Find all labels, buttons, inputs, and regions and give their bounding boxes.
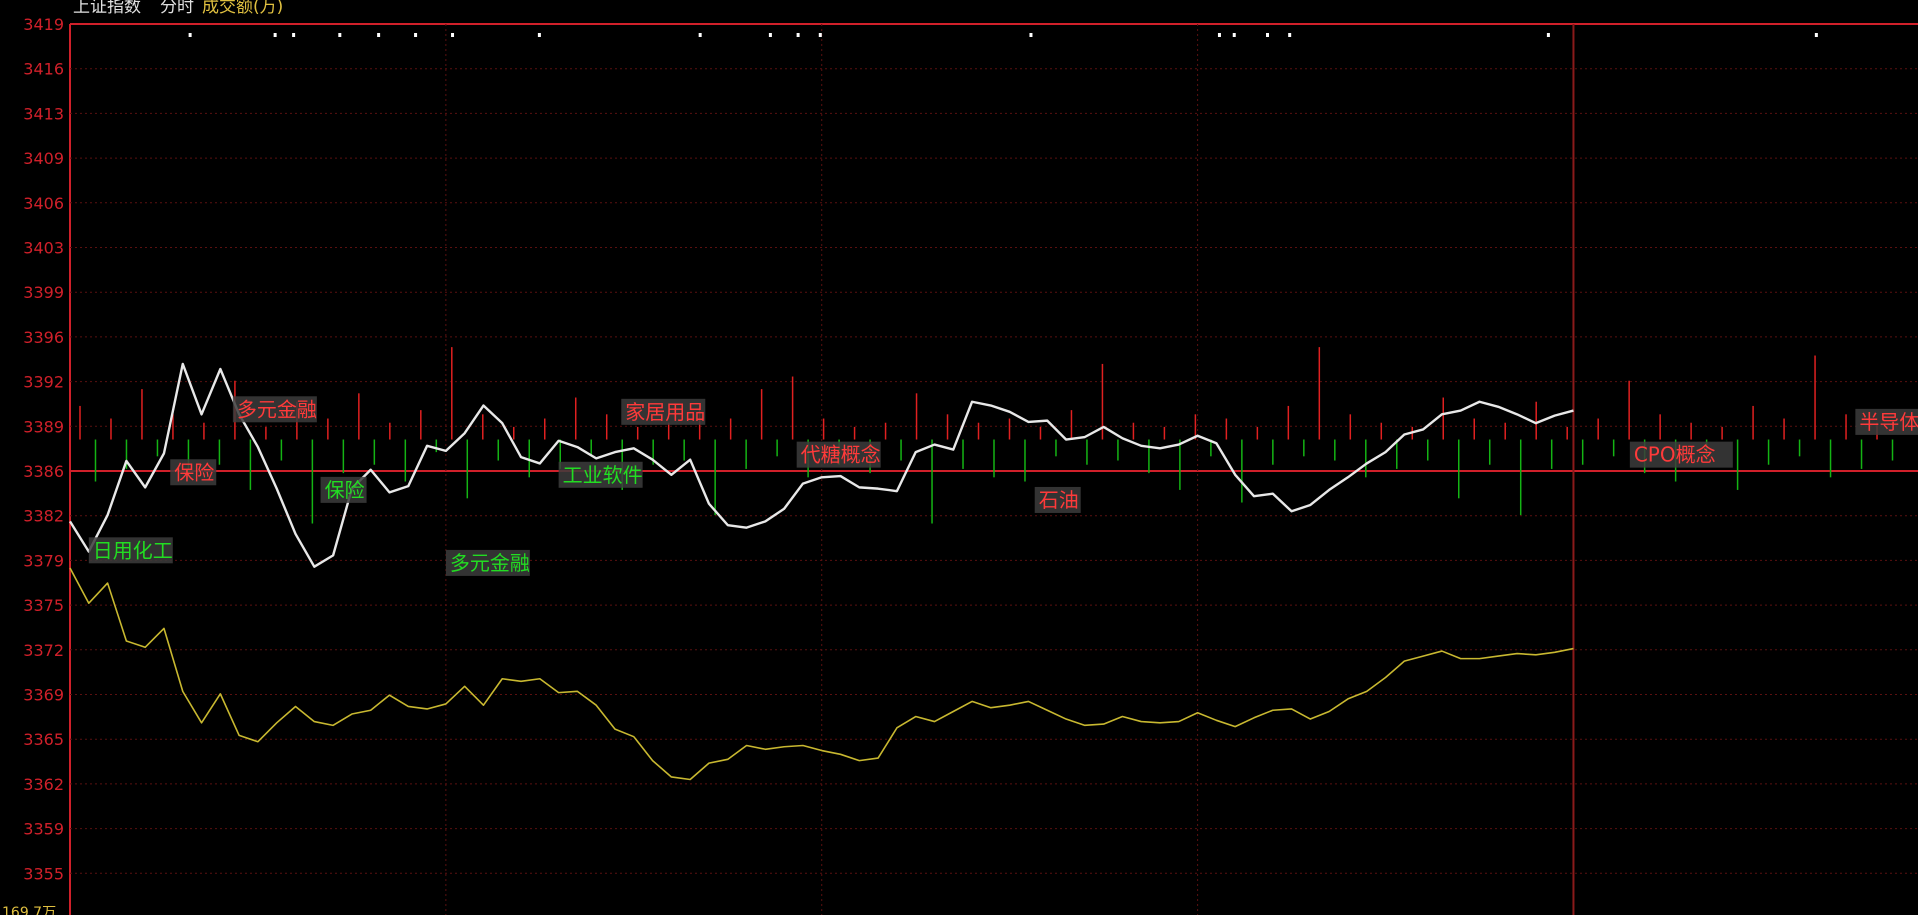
- y-tick-label: 3396: [23, 328, 64, 347]
- sector-tag: 工业软件: [558, 461, 643, 488]
- y-tick-label: 3379: [23, 551, 64, 570]
- y-tick-label: 3403: [23, 239, 64, 258]
- volume-scale-label: 169.7万: [2, 905, 57, 915]
- sector-tag: 家居用品: [621, 398, 706, 425]
- mode-label[interactable]: 分时: [160, 0, 194, 17]
- sector-tag-label: 保险: [174, 460, 214, 484]
- y-axis-tick-labels: 3419 3416 3413 3409 3406 3403 3399 3396 3392 3389…: [23, 15, 64, 883]
- y-tick-label: 3355: [23, 864, 64, 883]
- sector-tag: CPO概念: [1629, 441, 1733, 468]
- top-marker: [292, 33, 296, 37]
- sector-annotations: 日用化工保险多元金融保险多元金融工业软件家居用品代糖概念石油CPO概念半导体: [88, 396, 1918, 576]
- sector-tag: 保险: [320, 476, 367, 503]
- y-tick-label: 3362: [23, 775, 64, 794]
- sector-tag-label: 石油: [1039, 488, 1079, 512]
- top-marker: [338, 33, 342, 37]
- y-tick-label: 3419: [23, 15, 64, 34]
- top-marker: [537, 33, 541, 37]
- sector-tag-label: 保险: [325, 478, 365, 502]
- sector-tag: 日用化工: [88, 537, 173, 564]
- top-marker: [818, 33, 822, 37]
- sector-tag: 保险: [170, 459, 217, 486]
- top-marker: [1029, 33, 1033, 37]
- volume-label: 成交额(万): [202, 0, 284, 17]
- y-tick-label: 3392: [23, 373, 64, 392]
- y-tick-label: 3409: [23, 149, 64, 168]
- sector-tag-label: 多元金融: [237, 397, 317, 421]
- intraday-chart: 3419 3416 3413 3409 3406 3403 3399 3396 3392 3389…: [23, 15, 1918, 915]
- y-tick-label: 3375: [23, 596, 64, 615]
- top-marker: [1288, 33, 1292, 37]
- sector-tag: 多元金融: [445, 549, 530, 576]
- sector-tag-label: 家居用品: [625, 400, 705, 424]
- top-marker: [1217, 33, 1221, 37]
- top-marker: [1266, 33, 1270, 37]
- y-tick-label: 3369: [23, 686, 64, 705]
- y-tick-label: 3382: [23, 507, 64, 526]
- y-tick-label: 3372: [23, 641, 64, 660]
- top-marker: [377, 33, 381, 37]
- top-marker: [414, 33, 418, 37]
- sector-tag: 石油: [1034, 486, 1081, 513]
- top-marker: [1546, 33, 1550, 37]
- top-marker: [796, 33, 800, 37]
- top-marker: [1232, 33, 1236, 37]
- top-marker: [451, 33, 455, 37]
- sector-tag: 代糖概念: [796, 441, 881, 468]
- chart-stage: 3419 3416 3413 3409 3406 3403 3399 3396 3392 3389…: [0, 0, 1918, 915]
- sector-tag: 多元金融: [232, 396, 317, 423]
- sector-tag-label: 工业软件: [563, 463, 643, 487]
- top-marker: [768, 33, 772, 37]
- sector-tag-label: 多元金融: [450, 551, 530, 575]
- sector-tag-label: 半导体: [1859, 410, 1918, 434]
- index-name[interactable]: 上证指数: [73, 0, 141, 17]
- top-marker: [273, 33, 277, 37]
- y-tick-label: 3365: [23, 730, 64, 749]
- y-tick-label: 3389: [23, 417, 64, 436]
- sector-tag-label: 日用化工: [93, 538, 173, 562]
- sector-tag-label: CPO概念: [1634, 443, 1716, 467]
- y-tick-label: 3359: [23, 820, 64, 839]
- top-marker: [1814, 33, 1818, 37]
- sector-tag: 半导体: [1855, 408, 1918, 435]
- top-marker: [188, 33, 192, 37]
- sector-tag-label: 代糖概念: [801, 443, 881, 467]
- y-tick-label: 3406: [23, 194, 64, 213]
- y-tick-label: 3386: [23, 462, 64, 481]
- y-tick-label: 3413: [23, 104, 64, 123]
- y-tick-label: 3399: [23, 283, 64, 302]
- y-tick-label: 3416: [23, 60, 64, 79]
- top-marker: [698, 33, 702, 37]
